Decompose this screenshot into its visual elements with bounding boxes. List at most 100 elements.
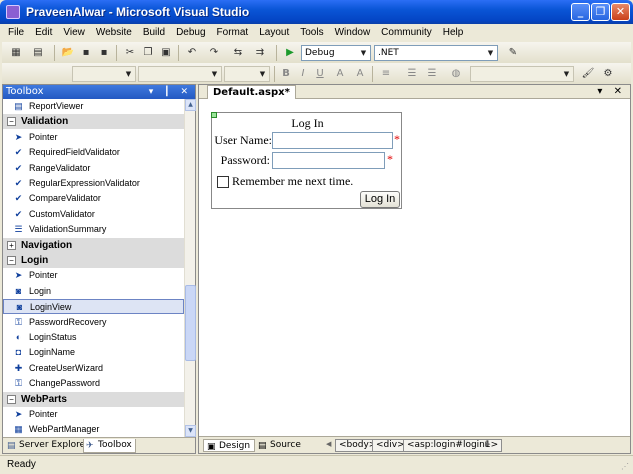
toolbox-item-login-status[interactable]: ◐ LoginStatus <box>3 330 184 345</box>
find-icon[interactable]: ✎ <box>505 45 521 61</box>
toolbox-item-required-field-validator[interactable]: ✔ RequiredFieldValidator <box>3 145 184 160</box>
menu-layout[interactable]: Layout <box>253 25 294 38</box>
scroll-down-icon[interactable]: ▼ <box>185 425 196 437</box>
expand-icon[interactable]: + <box>7 240 16 250</box>
toolbox-header-icons[interactable]: ▾ ┃ ✕ <box>149 85 192 99</box>
start-debug-icon[interactable]: ▶ <box>282 45 298 61</box>
toolbox-item-pointer[interactable]: ➤ Pointer <box>3 130 184 145</box>
menu-help[interactable]: Help <box>437 25 469 38</box>
add-item-icon[interactable]: ▤ <box>30 45 46 61</box>
username-input[interactable] <box>272 132 393 149</box>
tag-navigator-right-icon[interactable]: ▶ <box>485 440 490 448</box>
font-size-select[interactable]: ▼ <box>224 66 270 82</box>
toolbox-item-validation-summary[interactable]: ☰ ValidationSummary <box>3 222 184 237</box>
toolbox-item-web-part-manager[interactable]: ▦ WebPartManager <box>3 422 184 437</box>
tab-toolbox[interactable]: ✈ Toolbox <box>83 439 136 453</box>
validator-icon: ✔ <box>14 178 23 188</box>
solution-configuration-select[interactable]: Debug ▼ <box>301 45 371 61</box>
navigate-forward-icon[interactable]: ⇉ <box>252 45 268 61</box>
toolbox-item-change-password[interactable]: ⚿ ChangePassword <box>3 376 184 391</box>
toolbox-item-pointer[interactable]: ➤ Pointer <box>3 268 184 283</box>
open-folder-icon[interactable]: 📂 <box>60 45 76 61</box>
toolbox-item-login-name[interactable]: ◘ LoginName <box>3 345 184 360</box>
password-input[interactable] <box>272 152 385 169</box>
style-icon[interactable]: ◍ <box>448 66 464 82</box>
toolbox-group-login[interactable]: − Login <box>3 253 184 268</box>
toolbox-scrollbar[interactable]: ▲ ▼ <box>184 99 196 437</box>
bold-button[interactable]: B <box>278 66 294 82</box>
underline-button[interactable]: U <box>312 66 328 82</box>
highlight-icon[interactable]: A <box>352 66 368 82</box>
document-tab-icons[interactable]: ▾ ✕ <box>597 85 626 98</box>
new-project-icon[interactable]: ▦ <box>8 45 24 61</box>
cut-icon[interactable]: ✂ <box>122 45 138 61</box>
menu-tools[interactable]: Tools <box>294 25 328 38</box>
collapse-icon[interactable]: − <box>7 394 16 404</box>
save-all-icon[interactable]: ▪ <box>96 45 112 61</box>
toolbox-item-login-view[interactable]: ◙ LoginView <box>3 299 184 315</box>
menu-website[interactable]: Website <box>90 25 137 38</box>
target-rule-select[interactable]: ▼ <box>470 66 574 82</box>
solution-platform-select[interactable]: .NET ▼ <box>374 45 498 61</box>
toolbox-item-custom-validator[interactable]: ✔ CustomValidator <box>3 207 184 222</box>
menu-window[interactable]: Window <box>329 25 376 38</box>
design-view-button[interactable]: ▣ Design <box>203 439 256 452</box>
toolbox-item-compare-validator[interactable]: ✔ CompareValidator <box>3 191 184 206</box>
design-icon: ▣ <box>207 442 216 452</box>
source-view-label: Source <box>270 440 301 450</box>
collapse-icon[interactable]: − <box>7 117 16 127</box>
login-control[interactable]: Log In User Name: * Password: * Remember… <box>211 112 402 209</box>
menu-file[interactable]: File <box>2 25 29 38</box>
toolbox-item-create-user-wizard[interactable]: ✚ CreateUserWizard <box>3 361 184 376</box>
font-color-icon[interactable]: A <box>332 66 348 82</box>
remember-me-checkbox[interactable] <box>217 176 229 188</box>
style-manager-icon[interactable]: ⚙ <box>600 66 616 82</box>
chevron-down-icon: ▼ <box>125 70 132 78</box>
visual-studio-icon <box>6 5 20 19</box>
toolbox-item-password-recovery[interactable]: ⚿ PasswordRecovery <box>3 315 184 330</box>
undo-icon[interactable]: ↶ <box>184 45 200 61</box>
webpart-icon: ▦ <box>14 424 23 435</box>
design-surface[interactable]: Log In User Name: * Password: * Remember… <box>199 99 630 436</box>
toolbox-item-report-viewer[interactable]: ▤ ReportViewer <box>3 99 184 114</box>
align-icon[interactable]: ≡ <box>378 66 394 82</box>
collapse-icon[interactable]: − <box>7 256 16 265</box>
scrollbar-thumb[interactable] <box>185 285 196 361</box>
toolbox-group-web-parts[interactable]: − WebParts <box>3 391 184 407</box>
menu-view[interactable]: View <box>57 25 90 38</box>
toolbox-item-regular-expression-validator[interactable]: ✔ RegularExpressionValidator <box>3 176 184 191</box>
resize-grip-icon[interactable]: ⋰ <box>621 462 631 472</box>
username-label: User Name: <box>214 133 272 147</box>
bulleted-list-icon[interactable]: ☰ <box>424 66 440 82</box>
close-button[interactable]: ✕ <box>611 3 630 21</box>
numbered-list-icon[interactable]: ☰ <box>404 66 420 82</box>
toolbox-item-range-validator[interactable]: ✔ RangeValidator <box>3 161 184 176</box>
font-name-select[interactable]: ▼ <box>138 66 222 82</box>
toolbox-group-navigation[interactable]: + Navigation <box>3 237 184 253</box>
save-icon[interactable]: ▪ <box>78 45 94 61</box>
paste-icon[interactable]: ▣ <box>158 45 174 61</box>
toolbar-separator <box>54 45 55 61</box>
toolbox-group-validation[interactable]: − Validation <box>3 114 184 130</box>
source-view-button[interactable]: ▤ Source <box>255 439 305 452</box>
navigate-icon[interactable]: ⇆ <box>230 45 246 61</box>
toolbox-item-pointer[interactable]: ➤ Pointer <box>3 407 184 422</box>
tab-server-explorer[interactable]: ▤ Server Explorer <box>5 439 92 453</box>
menu-debug[interactable]: Debug <box>170 25 210 38</box>
login-button[interactable]: Log In <box>360 191 400 208</box>
toolbox-item-login[interactable]: ◙ Login <box>3 284 184 299</box>
block-format-select[interactable]: ▼ <box>72 66 136 82</box>
minimize-button[interactable]: _ <box>571 3 590 21</box>
scroll-up-icon[interactable]: ▲ <box>185 99 196 111</box>
paint-icon[interactable]: 🖌 <box>580 66 596 82</box>
menu-community[interactable]: Community <box>375 25 437 38</box>
tag-navigator-left-icon[interactable]: ◀ <box>326 440 331 448</box>
tab-default-aspx[interactable]: Default.aspx* <box>207 85 296 99</box>
redo-icon[interactable]: ↷ <box>206 45 222 61</box>
menu-format[interactable]: Format <box>211 25 254 38</box>
menu-edit[interactable]: Edit <box>29 25 57 38</box>
copy-icon[interactable]: ❐ <box>140 45 156 61</box>
menu-build[interactable]: Build <box>137 25 170 38</box>
maximize-button[interactable]: ❐ <box>591 3 610 21</box>
italic-button[interactable]: I <box>295 66 311 82</box>
